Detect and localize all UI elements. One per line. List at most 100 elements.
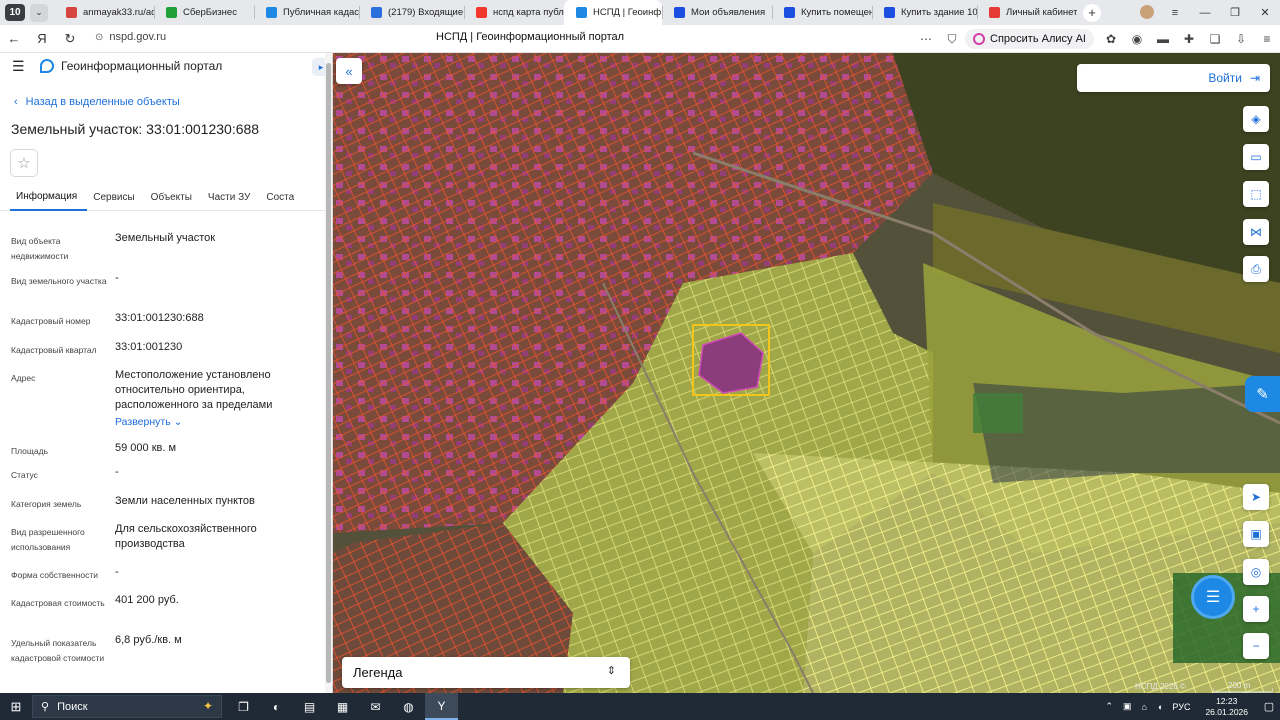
panel-tab[interactable]: Информация <box>10 185 88 211</box>
page-title: НСПД | Геоинформационный портал <box>436 31 625 43</box>
menu-icon[interactable]: ≡ <box>1254 32 1280 46</box>
language-indicator[interactable]: РУС <box>1172 702 1190 712</box>
browser-tab[interactable]: Мои объявления <box>662 0 772 25</box>
favorite-star-button[interactable]: ☆ <box>10 149 38 177</box>
close-icon[interactable]: ✕ <box>1250 6 1280 19</box>
panel-tab[interactable]: Части ЗУ <box>202 185 260 211</box>
panel-scrollbar-thumb[interactable] <box>326 63 331 683</box>
tab-favicon-icon <box>674 7 685 18</box>
edge-icon[interactable]: ◐ <box>260 693 293 720</box>
profile-icon[interactable] <box>1140 5 1154 19</box>
property-value-text: 401 200 руб. <box>115 594 179 606</box>
windows-start-icon[interactable]: ⊞ <box>0 699 32 715</box>
network-icon[interactable]: ⌂ <box>1142 702 1147 712</box>
property-key: Категория земель <box>11 499 82 509</box>
collapse-panel-button[interactable]: « <box>336 58 362 84</box>
property-value-text: 59 000 кв. м <box>115 442 177 454</box>
property-key: Кадастровый номер <box>11 316 91 326</box>
panel-tab[interactable]: Сервисы <box>87 185 144 211</box>
property-value: Земли населенных пунктов <box>115 494 315 509</box>
browser-tab[interactable]: (2179) Входящие <box>359 0 464 25</box>
property-key: Статус <box>11 470 38 480</box>
zoom-in-icon[interactable]: + <box>1243 596 1269 622</box>
browser-tab[interactable]: anmayak33.ru/adm <box>54 0 154 25</box>
ruler-icon[interactable]: ▭ <box>1243 144 1269 170</box>
locate-icon[interactable]: ➤ <box>1243 484 1269 510</box>
hamburger-menu-icon[interactable]: ☰ <box>12 58 26 75</box>
volume-icon[interactable]: ◖ <box>1157 702 1162 712</box>
zoom-out-icon[interactable]: − <box>1243 633 1269 659</box>
notifications-icon[interactable]: ▢ <box>1258 700 1280 713</box>
taskbar-apps: ❐ ◐ ▤ ▦ ✉ ◍ Y <box>227 693 458 720</box>
search-icon: ⚲ <box>41 701 50 713</box>
chrome-icon[interactable]: ◍ <box>392 693 425 720</box>
satellite-map <box>333 53 1280 693</box>
property-value: - <box>115 465 315 480</box>
browser-tab[interactable]: нспд карта публичн <box>464 0 564 25</box>
window-controls: ≡ — ❐ ✕ <box>1160 0 1280 25</box>
extension-icon[interactable]: ✿ <box>1098 32 1124 46</box>
property-value-text: Для сельскохозяйственного производства <box>115 523 257 550</box>
extensions-icon[interactable]: ✚ <box>1176 32 1202 46</box>
screen-icon[interactable]: ▣ <box>1243 521 1269 547</box>
share-icon[interactable]: ⋈ <box>1243 219 1269 245</box>
select-area-icon[interactable]: ⬚ <box>1243 181 1269 207</box>
bookmark-icon[interactable]: ⛉ <box>939 32 965 47</box>
property-key: Кадастровая стоимость <box>11 598 105 608</box>
browser-tab[interactable]: Публичная кадастр <box>254 0 359 25</box>
browser-tab[interactable]: Купить здание 10 <box>872 0 977 25</box>
reload-icon[interactable]: ↻ <box>56 31 84 47</box>
yandex-icon[interactable]: Я <box>28 31 56 46</box>
login-button[interactable]: Войти ⇥ <box>1077 64 1270 92</box>
tab-favicon-icon <box>576 7 587 18</box>
legend-dropdown[interactable]: Легенда ⇕ <box>342 657 630 688</box>
tab-count-badge[interactable]: 10 <box>5 4 25 21</box>
store-icon[interactable]: ▦ <box>326 693 359 720</box>
mail-icon[interactable]: ✉ <box>359 693 392 720</box>
expand-address-link[interactable]: Развернуть ⌄ <box>115 415 315 430</box>
browser-tab[interactable]: Купить помещение <box>772 0 872 25</box>
task-view-icon[interactable]: ❐ <box>227 693 260 720</box>
taskbar-search[interactable]: ⚲ Поиск ✦ <box>32 695 222 718</box>
panel-tab[interactable]: Объекты <box>145 185 202 211</box>
yandex-browser-icon[interactable]: Y <box>425 693 458 720</box>
property-value-text: Местоположение установлено относительно … <box>115 369 273 411</box>
address-bar: ← Я ↻ ⊙ nspd.gov.ru НСПД | Геоинформацион… <box>0 25 1280 53</box>
map-canvas[interactable] <box>333 53 1280 693</box>
ask-alice-button[interactable]: Спросить Алису AI <box>965 29 1094 49</box>
scale-label: 200 m <box>1228 681 1251 690</box>
more-icon[interactable]: ⋯ <box>913 32 939 46</box>
url-field[interactable]: ⊙ nspd.gov.ru <box>95 31 166 43</box>
tab-label: Публичная кадастр <box>283 7 359 18</box>
file-explorer-icon[interactable]: ▤ <box>293 693 326 720</box>
tab-favicon-icon <box>784 7 795 18</box>
gps-icon[interactable]: ◎ <box>1243 559 1269 585</box>
browser-tab[interactable]: СберБизнес <box>154 0 254 25</box>
new-tab-button[interactable]: + <box>1083 3 1101 22</box>
layers-icon[interactable]: ◈ <box>1243 106 1269 132</box>
menu-icon[interactable]: ≡ <box>1160 7 1190 19</box>
tab-label: anmayak33.ru/adm <box>83 7 154 18</box>
back-arrow-icon[interactable]: ← <box>0 31 28 46</box>
property-value: Земельный участок <box>115 231 315 246</box>
restore-icon[interactable]: ❐ <box>1220 6 1250 19</box>
clock[interactable]: 12:23 26.01.2026 <box>1205 696 1248 718</box>
chat-icon[interactable]: ☰ <box>1191 575 1235 619</box>
download-icon[interactable]: ⇩ <box>1228 32 1254 46</box>
extension-icon[interactable]: ▬ <box>1150 32 1176 46</box>
browser-tab[interactable]: Личный кабинет <box>977 0 1077 25</box>
extension-icon[interactable]: ◉ <box>1124 32 1150 46</box>
tray-chevron-icon[interactable]: ⌃ <box>1105 701 1113 712</box>
back-to-selected-link[interactable]: ‹ Назад в выделенные объекты <box>14 96 180 108</box>
chevron-down-icon[interactable]: ⌄ <box>30 3 48 22</box>
minimize-icon[interactable]: — <box>1190 7 1220 19</box>
print-icon[interactable]: ⎙ <box>1243 256 1269 282</box>
chevron-down-icon: ⌄ <box>170 416 183 428</box>
feedback-icon[interactable]: ✎ <box>1245 376 1280 412</box>
property-value: - <box>115 565 315 580</box>
tray-app-icon[interactable]: ▣ <box>1123 701 1132 712</box>
property-key: Адрес <box>11 373 36 383</box>
panel-tab[interactable]: Соста <box>260 185 304 211</box>
browser-tab[interactable]: НСПД | Геоинф✕ <box>564 0 662 25</box>
collections-icon[interactable]: ❏ <box>1202 32 1228 46</box>
